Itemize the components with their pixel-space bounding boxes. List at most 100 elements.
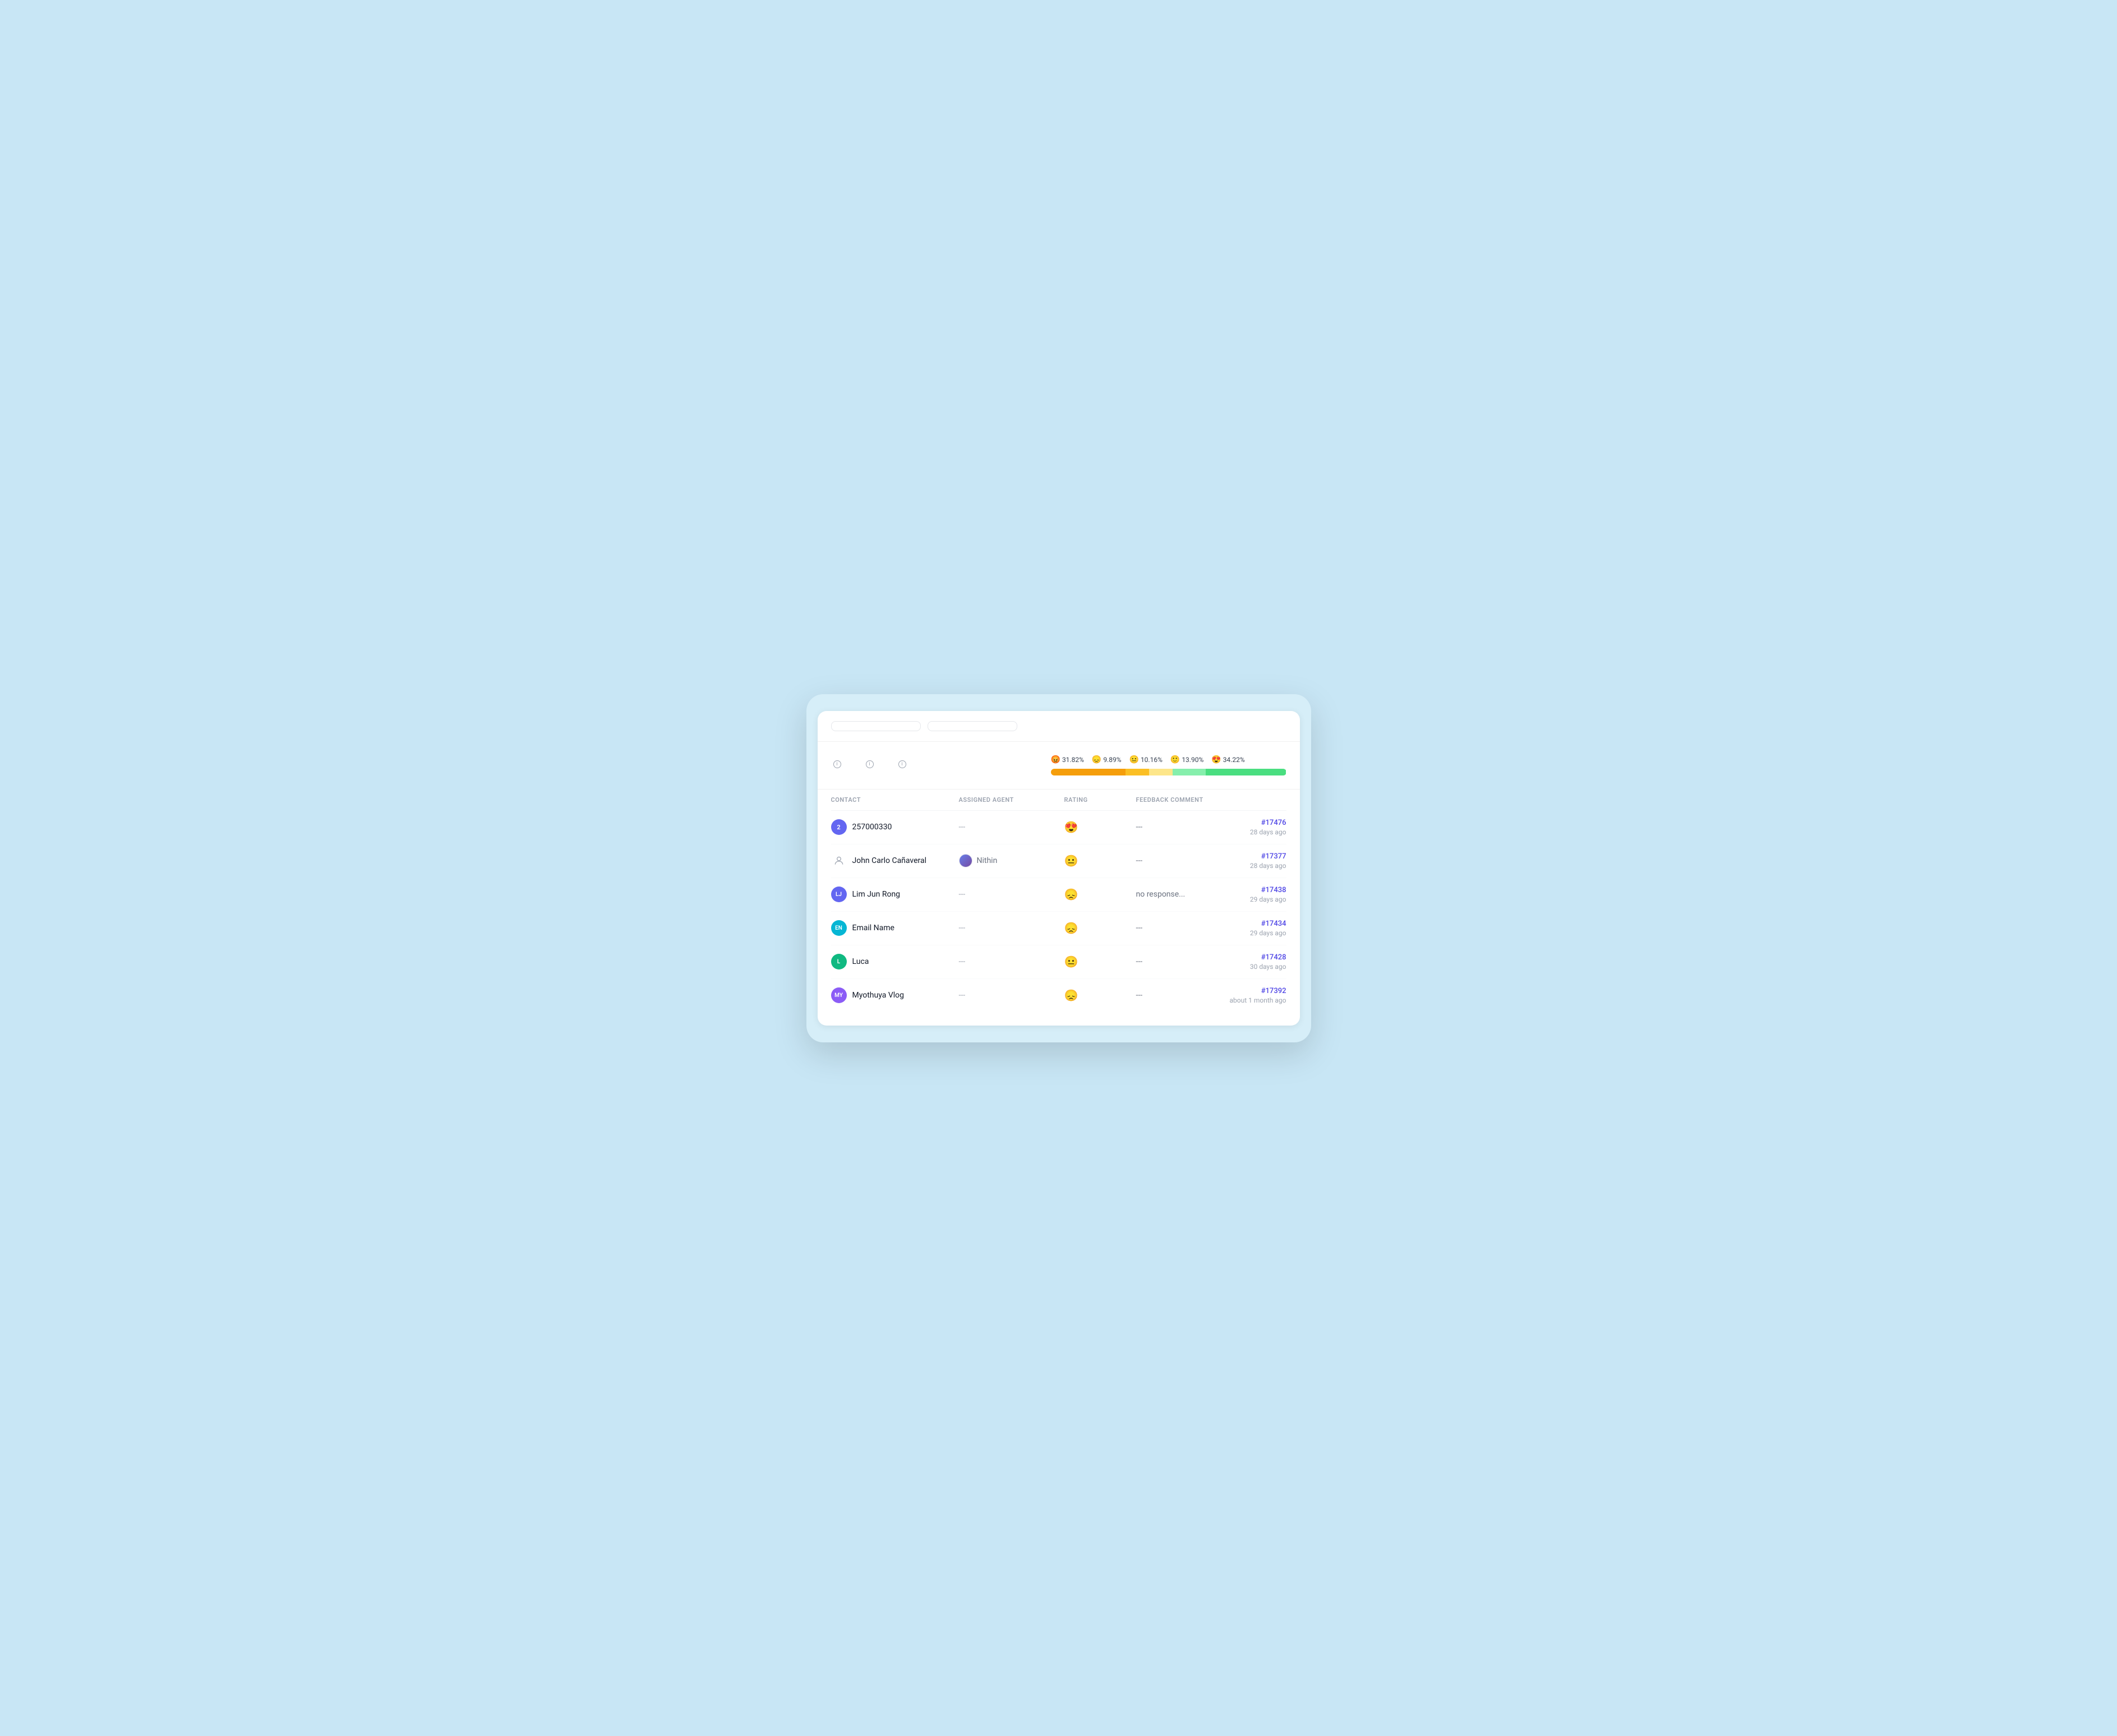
avatar: LJ — [831, 887, 847, 902]
contact-name: John Carlo Cañaveral — [852, 856, 927, 865]
ticket-time: 30 days ago — [1219, 963, 1286, 971]
filter-bar — [818, 711, 1300, 742]
ticket-time: 29 days ago — [1219, 895, 1286, 903]
rating-bar-segment — [1206, 769, 1286, 775]
table-section: CONTACT ASSIGNED AGENT RATING FEEDBACK C… — [818, 789, 1300, 1026]
satisfaction-score-stat: i — [864, 760, 874, 770]
feedback-cell: --- — [1136, 823, 1215, 832]
rating-bar-segment — [1149, 769, 1173, 775]
rating-label-item: 🙂13.90% — [1170, 755, 1203, 764]
agent-avatar — [959, 854, 972, 867]
table-row[interactable]: 2 257000330 --- 😍 --- #17476 28 days ago — [831, 811, 1286, 844]
satisfaction-score-info-icon[interactable]: i — [866, 760, 874, 768]
ticket-cell[interactable]: #17392 about 1 month ago — [1219, 987, 1286, 1004]
ticket-time: 29 days ago — [1219, 929, 1286, 937]
main-card: i i i 😡31.82%😞9.89%😐10.16%🙂13 — [818, 711, 1300, 1026]
rating-section: 😡31.82%😞9.89%😐10.16%🙂13.90%😍34.22% — [1051, 755, 1286, 775]
rating-bar-segment — [1051, 769, 1126, 775]
ticket-cell[interactable]: #17438 29 days ago — [1219, 886, 1286, 903]
ticket-id[interactable]: #17428 — [1219, 953, 1286, 962]
agent-cell: --- — [959, 957, 1060, 966]
contact-name: Email Name — [852, 924, 894, 932]
rating-cell: 😐 — [1064, 955, 1132, 968]
table-row[interactable]: L Luca --- 😐 --- #17428 30 days ago — [831, 945, 1286, 979]
table-row[interactable]: EN Email Name --- 😞 --- #17434 29 days a… — [831, 912, 1286, 945]
contact-cell: John Carlo Cañaveral — [831, 853, 954, 869]
rating-percent: 31.82% — [1062, 756, 1084, 764]
avatar: MY — [831, 987, 847, 1003]
table-row[interactable]: John Carlo Cañaveral Nithin 😐 --- #17377… — [831, 844, 1286, 878]
feedback-cell: no response... — [1136, 890, 1215, 899]
stats-section: i i i 😡31.82%😞9.89%😐10.16%🙂13 — [818, 742, 1300, 789]
col-feedback: FEEDBACK COMMENT — [1136, 796, 1215, 804]
rating-emoji: 😞 — [1092, 755, 1101, 764]
agent-name: --- — [959, 957, 966, 966]
ticket-time: 28 days ago — [1219, 828, 1286, 836]
ticket-cell[interactable]: #17428 30 days ago — [1219, 953, 1286, 971]
rating-label-item: 😞9.89% — [1092, 755, 1122, 764]
agent-name: --- — [959, 991, 966, 1000]
total-responses-info-icon[interactable]: i — [833, 760, 841, 768]
agent-cell: --- — [959, 991, 1060, 1000]
agent-cell: --- — [959, 924, 1060, 932]
ticket-time: about 1 month ago — [1219, 996, 1286, 1004]
rating-bar — [1051, 769, 1286, 775]
table-header: CONTACT ASSIGNED AGENT RATING FEEDBACK C… — [831, 789, 1286, 811]
agent-cell: Nithin — [959, 854, 1060, 867]
rating-label-item: 😐10.16% — [1129, 755, 1163, 764]
rating-emoji: 😐 — [1129, 755, 1139, 764]
agent-cell: --- — [959, 823, 1060, 832]
table-body: 2 257000330 --- 😍 --- #17476 28 days ago… — [831, 811, 1286, 1012]
agents-filter[interactable] — [928, 721, 1017, 731]
ticket-id[interactable]: #17392 — [1219, 987, 1286, 995]
rating-percent: 9.89% — [1103, 756, 1121, 764]
rating-bar-segment — [1126, 769, 1149, 775]
ticket-cell[interactable]: #17476 28 days ago — [1219, 819, 1286, 836]
rating-cell: 😞 — [1064, 921, 1132, 935]
rating-cell: 😐 — [1064, 854, 1132, 867]
contact-cell: 2 257000330 — [831, 819, 954, 835]
avatar — [831, 853, 847, 869]
ticket-id[interactable]: #17438 — [1219, 886, 1286, 894]
ticket-id[interactable]: #17476 — [1219, 819, 1286, 827]
response-rate-label: i — [896, 760, 906, 768]
contact-name: Luca — [852, 957, 869, 966]
rating-labels: 😡31.82%😞9.89%😐10.16%🙂13.90%😍34.22% — [1051, 755, 1286, 764]
response-rate-info-icon[interactable]: i — [898, 760, 906, 768]
total-responses-label: i — [831, 760, 841, 768]
table-row[interactable]: MY Myothuya Vlog --- 😞 --- #17392 about … — [831, 979, 1286, 1012]
response-rate-stat: i — [896, 760, 906, 770]
rating-cell: 😍 — [1064, 820, 1132, 834]
avatar: L — [831, 954, 847, 969]
total-responses-stat: i — [831, 760, 841, 770]
rating-bar-segment — [1173, 769, 1205, 775]
ticket-cell[interactable]: #17377 28 days ago — [1219, 852, 1286, 870]
ticket-cell[interactable]: #17434 29 days ago — [1219, 920, 1286, 937]
agent-name: --- — [959, 924, 966, 932]
feedback-cell: --- — [1136, 924, 1215, 932]
rating-emoji: 😍 — [1211, 755, 1221, 764]
feedback-cell: --- — [1136, 991, 1215, 1000]
rating-emoji: 🙂 — [1170, 755, 1180, 764]
contact-name: Lim Jun Rong — [852, 890, 901, 899]
contact-cell: MY Myothuya Vlog — [831, 987, 954, 1003]
agent-cell: --- — [959, 890, 1060, 899]
rating-percent: 13.90% — [1182, 756, 1203, 764]
ticket-id[interactable]: #17377 — [1219, 852, 1286, 861]
time-range-filter[interactable] — [831, 721, 921, 731]
contact-cell: LJ Lim Jun Rong — [831, 887, 954, 902]
rating-percent: 10.16% — [1141, 756, 1163, 764]
satisfaction-score-label: i — [864, 760, 874, 768]
agent-name: Nithin — [977, 856, 998, 865]
col-rating: RATING — [1064, 796, 1132, 804]
col-agent: ASSIGNED AGENT — [959, 796, 1060, 804]
rating-cell: 😞 — [1064, 888, 1132, 901]
contact-name: 257000330 — [852, 823, 892, 832]
ticket-id[interactable]: #17434 — [1219, 920, 1286, 928]
avatar: 2 — [831, 819, 847, 835]
agent-name: --- — [959, 890, 966, 899]
avatar: EN — [831, 920, 847, 936]
ticket-time: 28 days ago — [1219, 862, 1286, 870]
table-row[interactable]: LJ Lim Jun Rong --- 😞 no response... #17… — [831, 878, 1286, 912]
rating-cell: 😞 — [1064, 989, 1132, 1002]
